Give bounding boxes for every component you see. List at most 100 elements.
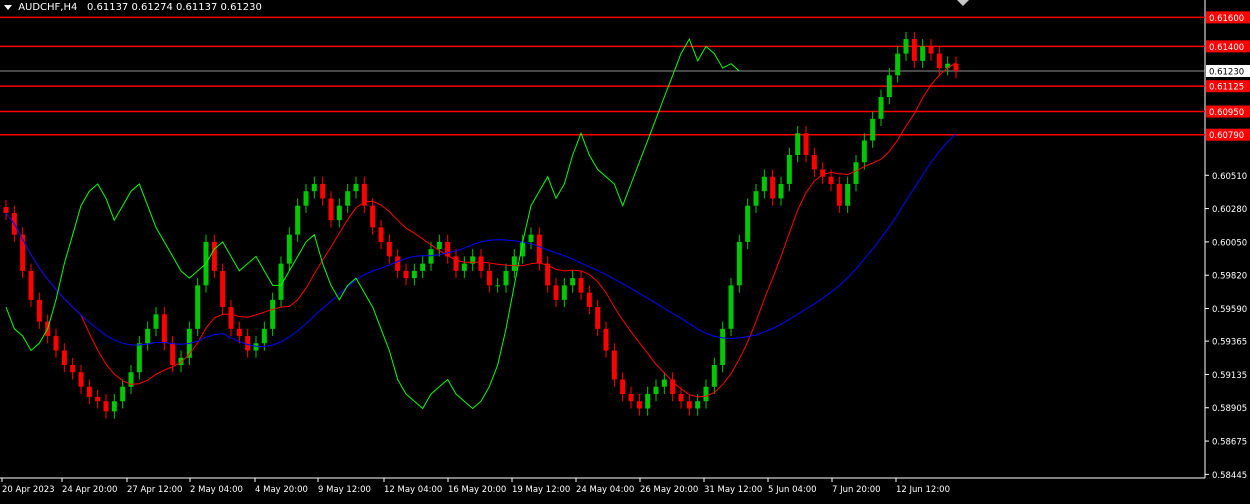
candle-body	[495, 285, 501, 287]
candle-body	[386, 241, 392, 257]
candle-body	[395, 256, 401, 271]
candle-body	[503, 270, 509, 286]
y-tick-label: 0.59135	[1212, 371, 1247, 381]
y-tick-label: 0.60050	[1212, 238, 1247, 248]
candle-body	[703, 386, 709, 402]
candle-body	[428, 249, 434, 264]
candle-body	[403, 270, 409, 279]
candle-body	[636, 401, 642, 409]
candle-body	[720, 328, 726, 366]
y-tick-label: 0.60510	[1212, 172, 1247, 182]
candle-body	[486, 270, 492, 286]
candle-body	[745, 205, 751, 242]
ohlc-readout: 0.61137 0.61274 0.61137 0.61230	[86, 2, 262, 13]
y-tick-label: 0.60790	[1209, 131, 1244, 141]
candle-body	[36, 299, 42, 322]
candle-body	[170, 343, 176, 366]
y-tick-label: 0.60950	[1209, 108, 1244, 118]
symbol-label: AUDCHF,H4	[18, 2, 78, 13]
x-tick-label: 31 May 12:00	[704, 485, 762, 495]
y-tick-label: 0.59590	[1212, 305, 1247, 315]
candle-body	[195, 285, 201, 329]
candle-body	[28, 270, 34, 300]
candle-body	[953, 63, 959, 71]
candle-body	[578, 278, 584, 293]
candle-body	[545, 263, 551, 286]
candle-body	[620, 379, 626, 394]
y-tick-label: 0.58905	[1212, 404, 1247, 414]
y-tick-label: 0.61125	[1209, 83, 1244, 93]
candle-body	[761, 176, 767, 192]
candle-body	[753, 191, 759, 206]
x-tick-label: 20 Apr 2023	[2, 485, 55, 495]
y-tick-label: 0.61600	[1209, 14, 1244, 24]
candle-body	[770, 176, 776, 199]
candle-body	[436, 241, 442, 250]
candle-body	[245, 336, 251, 351]
candle-body	[861, 140, 867, 163]
chart-area[interactable]: AUDCHF,H4 0.61137 0.61274 0.61137 0.6123…	[0, 0, 1250, 500]
x-tick-label: 27 Apr 12:00	[127, 485, 182, 495]
dropdown-triangle-icon[interactable]	[4, 4, 12, 10]
chart-shift-icon	[957, 0, 969, 6]
candle-body	[786, 154, 792, 184]
candle-body	[270, 299, 276, 329]
candle-body	[603, 328, 609, 351]
candle-body	[653, 386, 659, 394]
candle-body	[845, 183, 851, 206]
candle-body	[553, 285, 559, 300]
candle-body	[611, 350, 617, 380]
candle-body	[295, 205, 301, 235]
candle-body	[920, 46, 926, 61]
candle-body	[511, 256, 517, 271]
candle-body	[345, 191, 351, 206]
candle-body	[828, 176, 834, 184]
candle-body	[886, 75, 892, 98]
candle-body	[795, 133, 801, 155]
x-tick-label: 24 Apr 20:00	[62, 485, 117, 495]
candle-body	[736, 241, 742, 286]
candle-body	[353, 183, 359, 192]
candle-body	[303, 191, 309, 206]
candle-body	[61, 350, 67, 366]
y-tick-label: 0.60280	[1212, 205, 1247, 215]
y-tick-label: 0.61400	[1209, 43, 1244, 53]
candle-body	[561, 285, 567, 300]
candle-body	[370, 205, 376, 228]
tenkan-sen-line	[5, 62, 957, 398]
x-tick-label: 4 May 20:00	[255, 485, 308, 495]
candle-body	[261, 328, 267, 344]
candle-body	[286, 234, 292, 264]
x-tick-label: 2 May 04:00	[190, 485, 243, 495]
candle-body	[228, 307, 234, 329]
x-tick-label: 19 May 12:00	[512, 485, 570, 495]
candle-body	[911, 39, 917, 61]
y-tick-label: 0.58675	[1212, 438, 1247, 448]
candle-body	[336, 205, 342, 221]
price-chart[interactable]: 0.61600 0.61400 0.61230 0.61125 0.60950 0.607…	[0, 0, 1250, 500]
candle-body	[120, 386, 126, 402]
candle-body	[161, 314, 167, 344]
candle-body	[728, 285, 734, 329]
candle-body	[695, 401, 701, 409]
candle-body	[811, 154, 817, 170]
x-tick-label: 7 Jun 20:00	[832, 485, 881, 495]
candle-body	[145, 328, 151, 344]
candle-body	[928, 46, 934, 54]
candle-body	[253, 343, 259, 351]
candle-body	[111, 401, 117, 412]
x-tick-label: 12 Jun 12:00	[896, 485, 950, 495]
candle-body	[711, 365, 717, 387]
candle-body	[895, 53, 901, 76]
candles	[3, 31, 959, 419]
candle-body	[903, 39, 909, 54]
candle-body	[870, 118, 876, 141]
candle-body	[586, 292, 592, 308]
candle-body	[853, 162, 859, 184]
candle-body	[778, 183, 784, 199]
candle-body	[536, 234, 542, 264]
candle-body	[153, 314, 159, 329]
candle-body	[320, 183, 326, 199]
candle-body	[70, 365, 76, 373]
candle-body	[595, 307, 601, 329]
